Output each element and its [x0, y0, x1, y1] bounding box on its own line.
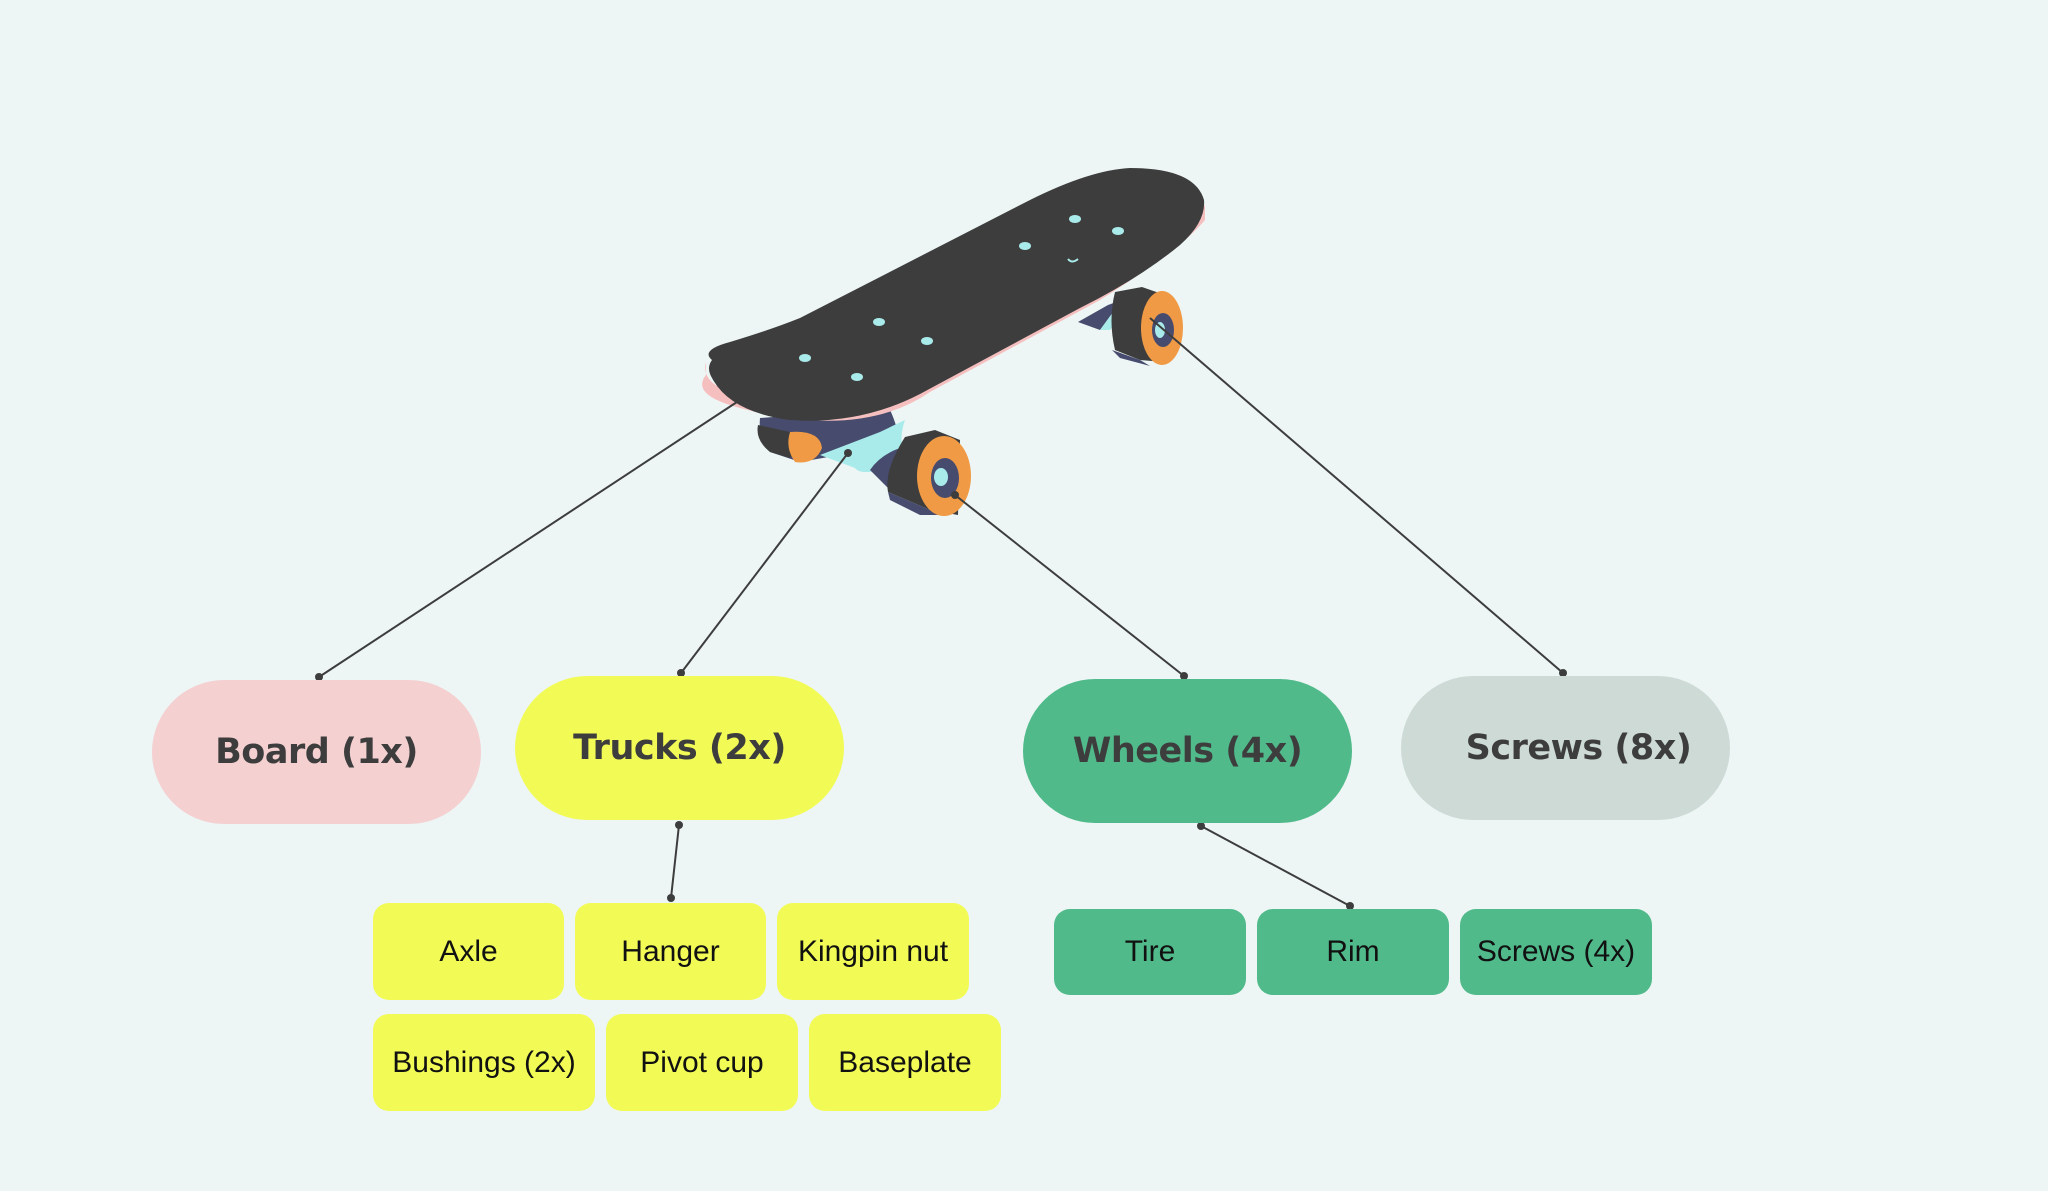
- node-screws[interactable]: Screws (8x): [1401, 676, 1730, 820]
- node-wheels[interactable]: Wheels (4x): [1023, 679, 1352, 823]
- rear-right-wheel: [1111, 287, 1183, 366]
- part-bushings[interactable]: Bushings (2x): [373, 1014, 595, 1111]
- part-rim[interactable]: Rim: [1257, 909, 1449, 995]
- part-axle[interactable]: Axle: [373, 903, 564, 1000]
- skateboard-illustration: [702, 168, 1205, 516]
- part-kingpin-nut[interactable]: Kingpin nut: [777, 903, 969, 1000]
- part-tire[interactable]: Tire: [1054, 909, 1246, 995]
- part-wheel-screws[interactable]: Screws (4x): [1460, 909, 1652, 995]
- node-trucks[interactable]: Trucks (2x): [515, 676, 844, 820]
- connector-trucks: [680, 452, 849, 674]
- part-hanger[interactable]: Hanger: [575, 903, 766, 1000]
- connector-wheels-rim: [1200, 825, 1351, 907]
- connector-wheels: [954, 494, 1185, 677]
- connector-board: [318, 399, 741, 678]
- diagram-canvas: [315, 168, 1567, 910]
- connector-dots: [315, 449, 1567, 910]
- part-baseplate[interactable]: Baseplate: [809, 1014, 1001, 1111]
- connector-trucks-hanger: [670, 824, 680, 899]
- node-board[interactable]: Board (1x): [152, 680, 481, 824]
- part-pivot-cup[interactable]: Pivot cup: [606, 1014, 798, 1111]
- connectors: [318, 317, 1564, 907]
- connector-screws: [1149, 317, 1564, 674]
